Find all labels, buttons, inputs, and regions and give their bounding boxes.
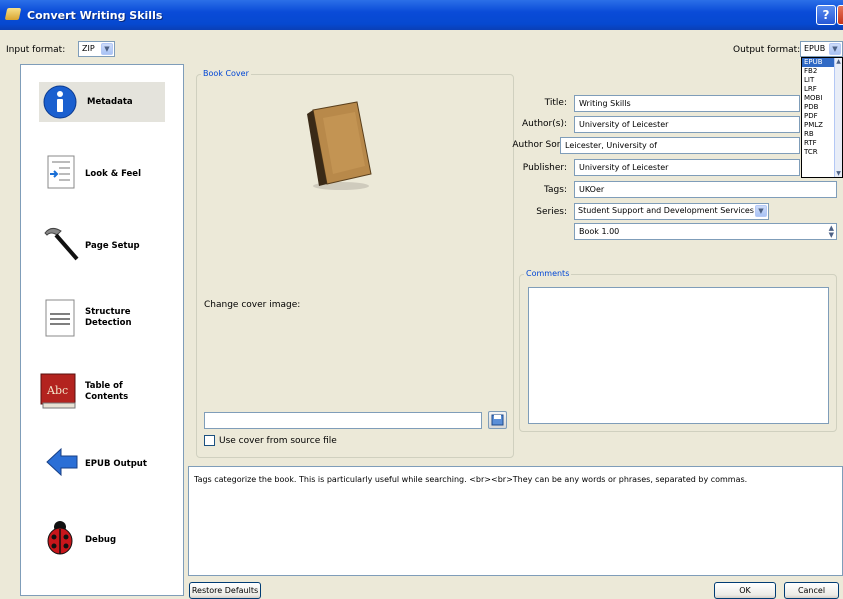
sidebar-item-label: EPUB Output bbox=[85, 459, 147, 469]
tags-label: Tags: bbox=[544, 185, 567, 195]
output-format-dropdown: EPUB FB2 LIT LRF MOBI PDB PDF PMLZ RB RTF TCR ▲ ▼ bbox=[801, 57, 843, 178]
sidebar-item-epub-output[interactable]: EPUB Output bbox=[21, 437, 183, 497]
title-label: Title: bbox=[544, 98, 567, 108]
output-format-value: EPUB bbox=[804, 44, 826, 53]
output-format-select[interactable]: EPUB ▼ bbox=[800, 41, 843, 57]
input-format-label: Input format: bbox=[6, 45, 66, 55]
use-cover-label: Use cover from source file bbox=[219, 436, 337, 446]
sidebar-item-debug[interactable]: Debug bbox=[21, 509, 183, 569]
sidebar-item-table-of-contents[interactable]: Abc Table of Contents bbox=[21, 363, 183, 423]
save-icon bbox=[491, 414, 504, 426]
author-input[interactable]: University of Leicester bbox=[574, 116, 800, 133]
sidebar-item-label: Table of bbox=[85, 381, 123, 391]
close-button[interactable] bbox=[837, 5, 843, 25]
window-title: Convert Writing Skills bbox=[27, 9, 163, 22]
sidebar-item-label: Metadata bbox=[87, 97, 133, 107]
comments-title: Comments bbox=[524, 269, 572, 278]
series-select[interactable]: Student Support and Development Services… bbox=[574, 203, 769, 220]
help-text-panel: Tags categorize the book. This is partic… bbox=[188, 466, 843, 576]
sidebar-item-look-feel[interactable]: Look & Feel bbox=[21, 147, 183, 207]
app-icon bbox=[4, 8, 22, 20]
chevron-down-icon[interactable]: ▼ bbox=[755, 205, 767, 217]
comments-textarea[interactable] bbox=[528, 287, 829, 424]
sidebar-item-label-line2: Contents bbox=[85, 392, 129, 402]
ladybug-icon bbox=[47, 521, 73, 555]
sidebar-item-label-line2: Detection bbox=[85, 318, 132, 328]
indent-icon bbox=[47, 155, 75, 189]
restore-defaults-button[interactable]: Restore Defaults bbox=[189, 582, 261, 599]
series-value: Student Support and Development Services bbox=[578, 206, 754, 215]
input-format-select[interactable]: ZIP ▼ bbox=[78, 41, 115, 57]
chevron-up-icon[interactable]: ▲ bbox=[835, 58, 842, 65]
hammer-icon bbox=[44, 227, 79, 261]
author-sort-label: Author Sort: bbox=[512, 140, 567, 150]
cover-path-input[interactable] bbox=[204, 412, 482, 429]
info-icon bbox=[43, 85, 77, 119]
author-label: Author(s): bbox=[521, 119, 567, 129]
tags-input[interactable]: UKOer bbox=[574, 181, 837, 198]
input-format-value: ZIP bbox=[82, 44, 95, 53]
publisher-input[interactable]: University of Leicester bbox=[574, 159, 800, 176]
document-icon bbox=[45, 299, 75, 337]
browse-cover-button[interactable] bbox=[488, 411, 507, 429]
cancel-button[interactable]: Cancel bbox=[784, 582, 839, 599]
svg-text:Abc: Abc bbox=[46, 384, 68, 397]
dropdown-scrollbar[interactable]: ▲ ▼ bbox=[834, 58, 842, 177]
sidebar-item-label: Structure bbox=[85, 307, 131, 317]
sidebar-item-label: Look & Feel bbox=[85, 169, 141, 179]
spinner-icon[interactable]: ▲ ▼ bbox=[829, 225, 834, 239]
sidebar-item-structure-detection[interactable]: Structure Detection bbox=[21, 291, 183, 351]
sidebar-item-metadata[interactable]: Metadata bbox=[39, 82, 165, 122]
output-format-label: Output format: bbox=[733, 45, 801, 55]
sidebar-item-label: Debug bbox=[85, 535, 117, 545]
book-abc-icon: Abc bbox=[40, 373, 76, 409]
book-cover-title: Book Cover bbox=[201, 69, 251, 78]
help-text: Tags categorize the book. This is partic… bbox=[194, 475, 748, 484]
sidebar-item-label: Page Setup bbox=[85, 241, 140, 251]
author-sort-input[interactable]: Leicester, University of bbox=[560, 137, 800, 154]
chevron-down-icon[interactable]: ▼ bbox=[829, 43, 841, 55]
change-cover-label: Change cover image: bbox=[204, 300, 301, 310]
ok-button[interactable]: OK bbox=[714, 582, 776, 599]
arrow-left-icon bbox=[46, 447, 78, 477]
chevron-down-icon[interactable]: ▼ bbox=[101, 43, 113, 55]
help-button[interactable]: ? bbox=[816, 5, 836, 25]
title-bar: Convert Writing Skills ? bbox=[0, 0, 843, 30]
sidebar: Metadata Look & Feel Page Setup Structur… bbox=[20, 64, 184, 596]
chevron-down-icon[interactable]: ▼ bbox=[835, 170, 842, 177]
series-index-input[interactable]: Book 1.00 ▲ ▼ bbox=[574, 223, 837, 240]
book-cover-image bbox=[307, 101, 372, 190]
publisher-label: Publisher: bbox=[522, 163, 567, 173]
series-index-value: Book 1.00 bbox=[579, 227, 620, 236]
series-label: Series: bbox=[536, 207, 567, 217]
title-input[interactable]: Writing Skills bbox=[574, 95, 800, 112]
sidebar-item-page-setup[interactable]: Page Setup bbox=[21, 217, 183, 277]
use-cover-checkbox[interactable] bbox=[204, 435, 215, 446]
